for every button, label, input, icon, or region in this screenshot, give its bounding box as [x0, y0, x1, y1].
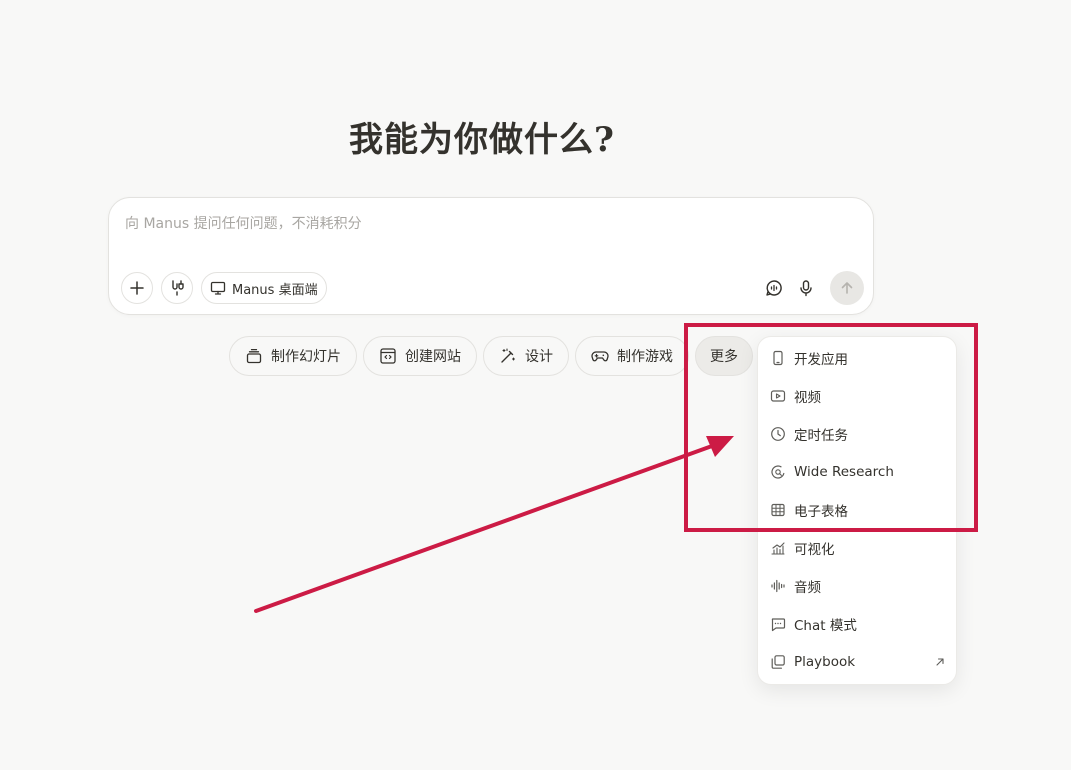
add-button[interactable] [121, 272, 153, 304]
chip-website[interactable]: 创建网站 [363, 336, 477, 376]
menu-item-audio[interactable]: 音频 [764, 569, 952, 603]
playbook-icon [771, 655, 785, 669]
menu-item-label: 可视化 [794, 542, 835, 558]
chat-icon [771, 618, 786, 632]
phone-icon [773, 350, 783, 366]
prompt-input[interactable] [125, 212, 845, 236]
send-button[interactable] [830, 271, 864, 305]
menu-item-label: 开发应用 [794, 352, 848, 368]
menu-item-label: 电子表格 [794, 504, 848, 520]
menu-item-label: 定时任务 [794, 428, 848, 444]
voice-chat-icon [766, 280, 782, 296]
menu-item-video[interactable]: 视频 [764, 379, 952, 413]
voice-chat-button[interactable] [760, 274, 788, 302]
slides-icon [246, 348, 262, 364]
menu-item-label: Wide Research [794, 464, 894, 480]
gamepad-icon [591, 351, 609, 362]
monitor-icon [210, 281, 226, 295]
microphone-button[interactable] [792, 274, 820, 302]
arrow-up-icon [841, 282, 853, 294]
chip-label: 设计 [525, 349, 553, 365]
page-title: 我能为你做什么? [349, 120, 615, 160]
video-icon [770, 390, 786, 402]
quick-action-bar: 制作幻灯片 创建网站 设计 制作游戏 更多 [0, 336, 760, 376]
design-wand-icon [501, 348, 516, 363]
menu-item-scheduled-task[interactable]: 定时任务 [764, 417, 952, 451]
research-globe-icon [771, 465, 785, 479]
website-icon [380, 348, 396, 364]
menu-item-wide-research[interactable]: Wide Research [764, 455, 952, 489]
menu-item-spreadsheet[interactable]: 电子表格 [764, 493, 952, 527]
menu-item-develop-app[interactable]: 开发应用 [764, 341, 952, 375]
menu-item-label: Playbook [794, 654, 856, 670]
desktop-app-button[interactable]: Manus 桌面端 [201, 272, 327, 304]
menu-item-label: Chat 模式 [794, 618, 857, 634]
clock-icon [771, 427, 785, 441]
table-icon [771, 503, 785, 517]
chip-design[interactable]: 设计 [483, 336, 569, 376]
composer-box: Manus 桌面端 [108, 197, 874, 315]
audio-wave-icon [771, 579, 785, 593]
plus-icon [130, 281, 144, 295]
chart-icon [771, 542, 785, 555]
chip-game[interactable]: 制作游戏 [575, 336, 689, 376]
connector-icon [172, 280, 184, 296]
chip-slides[interactable]: 制作幻灯片 [229, 336, 357, 376]
manus-home: 我能为你做什么? Manus 桌面端 [0, 0, 1071, 770]
chip-label: 更多 [710, 349, 738, 365]
more-menu: 开发应用 视频 定时任务 Wide Research 电子表格 可视化 音频 C… [757, 336, 957, 685]
external-link-icon [936, 658, 944, 666]
menu-item-playbook[interactable]: Playbook [764, 645, 952, 679]
connectors-button[interactable] [161, 272, 193, 304]
microphone-icon [800, 280, 812, 297]
chip-label: 制作幻灯片 [271, 349, 341, 365]
chip-label: 制作游戏 [617, 349, 673, 365]
menu-item-label: 音频 [794, 580, 821, 596]
desktop-app-label: Manus 桌面端 [232, 282, 318, 298]
chip-label: 创建网站 [405, 349, 461, 365]
chip-more[interactable]: 更多 [695, 336, 753, 376]
menu-item-chat-mode[interactable]: Chat 模式 [764, 607, 952, 641]
menu-item-visualization[interactable]: 可视化 [764, 531, 952, 565]
menu-item-label: 视频 [794, 390, 821, 406]
